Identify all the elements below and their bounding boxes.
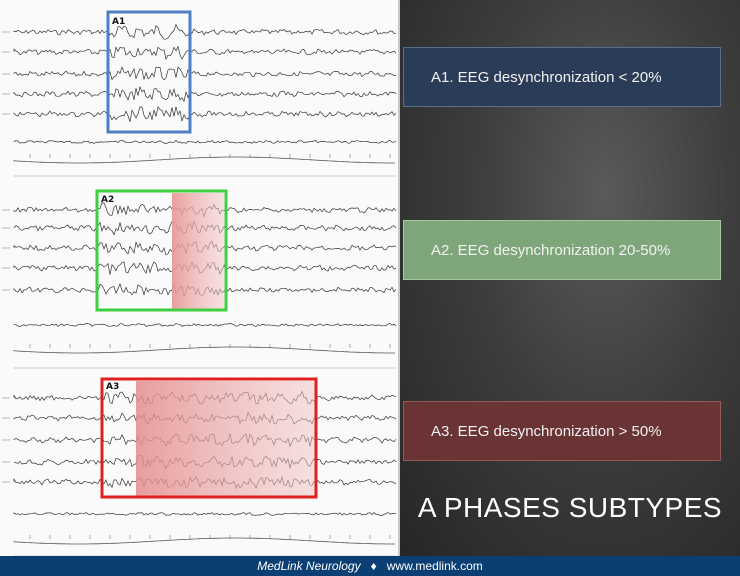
footer-brand: MedLink Neurology: [257, 559, 361, 573]
a1-caption: A1. EEG desynchronization < 20%: [431, 68, 662, 86]
eeg-channel-trace: [13, 85, 397, 103]
a3-group: A3: [100, 377, 318, 499]
figure-title: A PHASES SUBTYPES: [417, 492, 723, 523]
a3-caption-box: A3. EEG desynchronization > 50%: [403, 401, 721, 461]
footer-separator: ♦: [370, 559, 377, 573]
eeg-recording-panel: A1 A2 A3: [0, 0, 400, 556]
eeg-traces: A1 A2 A3: [2, 10, 397, 556]
emg-trace: [13, 511, 397, 516]
a1-caption-box: A1. EEG desynchronization < 20%: [403, 47, 721, 107]
a2-label: A2: [101, 195, 114, 205]
respiration-trace: [13, 537, 395, 545]
emg-trace: [13, 139, 397, 145]
emg-trace: [13, 323, 397, 327]
eeg-channel-trace: [13, 45, 397, 61]
a3-label: A3: [106, 382, 119, 392]
respiration-trace: [13, 156, 395, 164]
eeg-channel-trace: [13, 23, 397, 40]
a2-caption: A2. EEG desynchronization 20-50%: [431, 241, 671, 259]
a2-shade: [172, 193, 224, 309]
footer-link[interactable]: www.medlink.com: [387, 559, 483, 573]
eeg-channel-trace: [13, 66, 397, 81]
a2-caption-box: A2. EEG desynchronization 20-50%: [403, 220, 721, 280]
a3-caption: A3. EEG desynchronization > 50%: [431, 422, 662, 440]
eeg-channel-trace: [13, 106, 397, 123]
a3-shade: [136, 381, 315, 496]
respiration-trace: [13, 346, 395, 354]
a1-label: A1: [112, 17, 125, 27]
figure: A1 A2 A3 A1. EEG desynchronization < 20%…: [0, 0, 740, 556]
footer-bar: MedLink Neurology ♦ www.medlink.com: [0, 556, 740, 576]
